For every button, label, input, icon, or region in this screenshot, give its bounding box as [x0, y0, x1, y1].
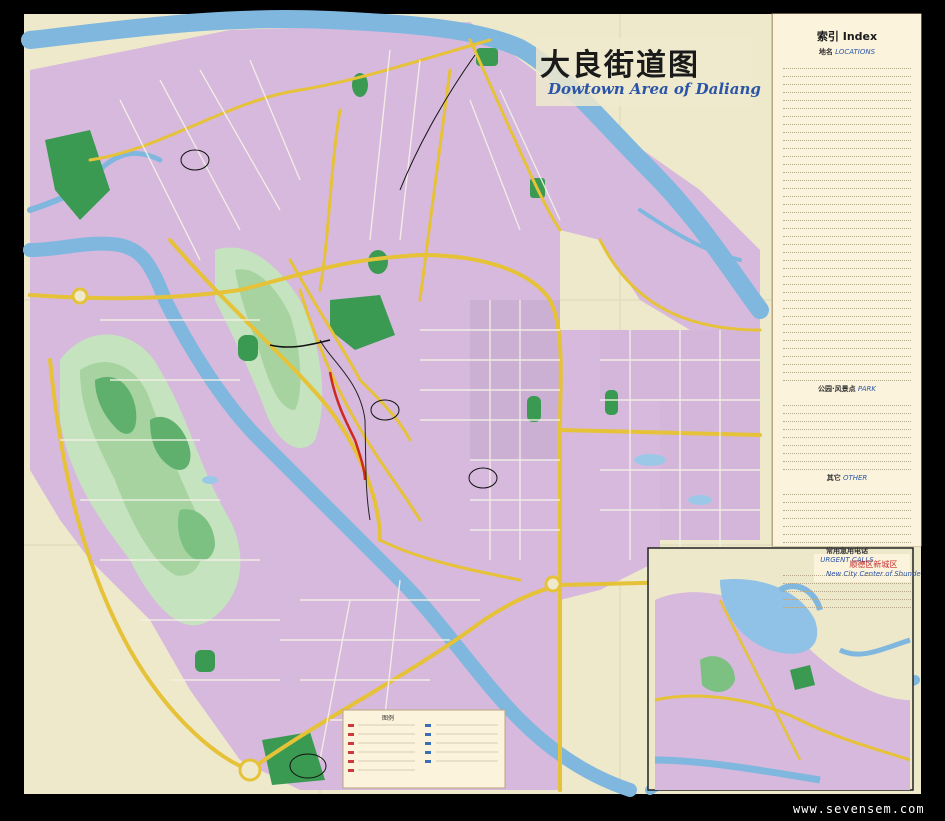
index-row — [783, 133, 911, 141]
index-row — [783, 293, 911, 301]
index-title: 索引 Index — [816, 30, 878, 43]
index-row — [783, 349, 911, 357]
map-title-en: Dowtown Area of Daliang — [548, 80, 761, 98]
section-label-en: PARK — [857, 385, 877, 393]
index-row — [783, 398, 911, 406]
index-row — [783, 462, 911, 470]
index-row — [783, 61, 911, 69]
index-row — [783, 213, 911, 221]
index-rows-other — [773, 487, 921, 543]
index-section-park: 公园·风景点 PARK — [773, 384, 921, 394]
map-title-cn: 大良街道图 — [540, 48, 700, 83]
index-row — [783, 301, 911, 309]
index-row — [783, 333, 911, 341]
index-row — [783, 109, 911, 117]
index-row — [783, 277, 911, 285]
index-row — [783, 527, 911, 535]
index-row — [783, 117, 911, 125]
index-row — [783, 519, 911, 527]
section-label-cn: 公园·风景点 — [817, 385, 856, 393]
index-row — [783, 438, 911, 446]
index-row — [783, 253, 911, 261]
index-row — [783, 77, 911, 85]
index-row — [783, 487, 911, 495]
index-row — [783, 157, 911, 165]
legend-box — [342, 709, 506, 789]
index-row — [783, 101, 911, 109]
index-section-locations: 地名 LOCATIONS — [773, 47, 921, 57]
index-row — [783, 535, 911, 543]
index-row — [783, 261, 911, 269]
index-row — [783, 422, 911, 430]
inset-title: 顺德区新城区 New City Center of Shunde — [826, 559, 921, 578]
index-panel: 索引 Index 地名 LOCATIONS 公园·风景点 PARK 其它 OTH… — [772, 14, 921, 608]
index-row — [783, 189, 911, 197]
inset-title-cn: 顺德区新城区 — [849, 560, 898, 569]
index-row — [783, 85, 911, 93]
index-row — [783, 341, 911, 349]
section-label-en: LOCATIONS — [835, 48, 876, 56]
index-section-other: 其它 OTHER — [773, 473, 921, 483]
index-row — [783, 592, 911, 600]
index-row — [783, 317, 911, 325]
index-row — [783, 149, 911, 157]
index-row — [783, 285, 911, 293]
section-label-cn: 其它 — [826, 474, 841, 482]
index-row — [783, 373, 911, 381]
index-row — [783, 357, 911, 365]
index-row — [783, 229, 911, 237]
index-row — [783, 197, 911, 205]
section-label-cn: 地名 — [818, 48, 833, 56]
section-label-cn: 常用急用电话 — [826, 547, 868, 555]
index-row — [783, 325, 911, 333]
index-row — [783, 584, 911, 592]
index-row — [783, 446, 911, 454]
index-row — [783, 430, 911, 438]
inset-title-en: New City Center of Shunde — [826, 570, 921, 578]
index-row — [783, 69, 911, 77]
index-row — [783, 125, 911, 133]
index-row — [783, 221, 911, 229]
index-row — [783, 503, 911, 511]
index-row — [783, 93, 911, 101]
index-row — [783, 406, 911, 414]
index-row — [783, 365, 911, 373]
index-row — [783, 141, 911, 149]
section-label-en: OTHER — [842, 474, 868, 482]
index-rows-park — [773, 398, 921, 470]
index-row — [783, 237, 911, 245]
index-row — [783, 181, 911, 189]
index-row — [783, 309, 911, 317]
index-row — [783, 511, 911, 519]
index-row — [783, 454, 911, 462]
watermark: www.sevensem.com — [793, 802, 925, 816]
legend-label: 图例 — [382, 715, 395, 722]
index-row — [783, 245, 911, 253]
index-row — [783, 269, 911, 277]
index-row — [783, 414, 911, 422]
index-rows-locations — [773, 61, 921, 381]
index-row — [783, 173, 911, 181]
index-row — [783, 205, 911, 213]
index-row — [783, 600, 911, 608]
index-row — [783, 495, 911, 503]
index-row — [783, 165, 911, 173]
